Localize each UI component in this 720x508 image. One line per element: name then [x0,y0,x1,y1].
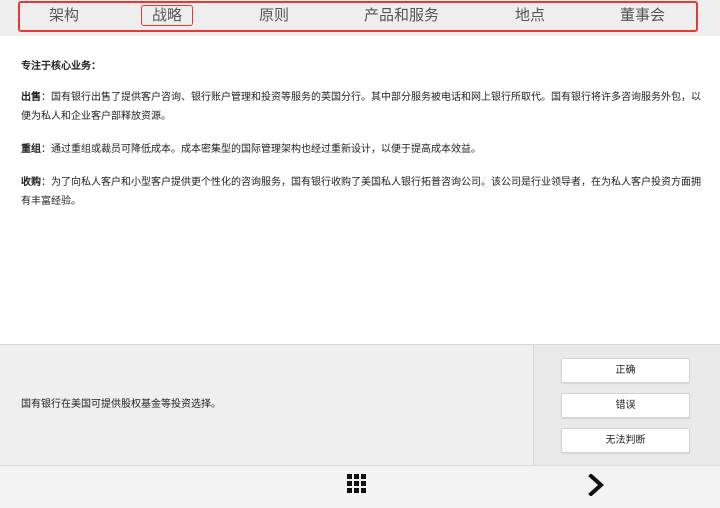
answer-false-button[interactable]: 错误 [561,393,690,418]
passage-content: 专注于核心业务： 出售：国有银行出售了提供客户咨询、银行账户管理和投资等服务的英… [21,57,701,225]
paragraph-restructure: 重组：通过重组或裁员可降低成本。成本密集型的国际管理架构也经过重新设计，以便于提… [21,140,701,159]
paragraph-sale: 出售：国有银行出售了提供客户咨询、银行账户管理和投资等服务的英国分行。其中部分服… [21,88,701,126]
paragraph-text: 通过重组或裁员可降低成本。成本密集型的国际管理架构也经过重新设计，以便于提高成本… [51,144,481,155]
question-statement: 国有银行在美国可提供股权基金等投资选择。 [21,399,221,410]
bottom-toolbar [0,465,720,508]
term-separator: ： [41,144,51,155]
term-separator: ： [41,92,51,103]
paragraph-term: 出售 [21,92,41,103]
paragraph-acquisition: 收购：为了向私人客户和小型客户提供更个性化的咨询服务，国有银行收购了美国私人银行… [21,173,701,211]
section-heading: 专注于核心业务： [21,61,101,72]
tab-board[interactable]: 董事会 [620,4,665,26]
tab-strategy[interactable]: 战略 [141,5,194,26]
question-panel: 国有银行在美国可提供股权基金等投资选择。 正确 错误 无法判断 [0,344,720,466]
paragraph-text: 国有银行出售了提供客户咨询、银行账户管理和投资等服务的英国分行。其中部分服务被电… [21,92,701,122]
paragraph-text: 为了向私人客户和小型客户提供更个性化的咨询服务，国有银行收购了美国私人银行拓普咨… [21,177,701,207]
tab-structure[interactable]: 架构 [49,4,79,26]
tab-products-services[interactable]: 产品和服务 [364,4,439,26]
term-separator: ： [41,177,51,188]
tab-locations[interactable]: 地点 [515,4,545,26]
answer-options: 正确 错误 无法判断 [533,345,720,466]
answer-cannot-say-button[interactable]: 无法判断 [561,428,690,453]
top-navigation: 架构 战略 原则 产品和服务 地点 董事会 [0,0,720,36]
chevron-right-icon[interactable] [588,474,604,496]
paragraph-term: 重组 [21,144,41,155]
paragraph-term: 收购 [21,177,41,188]
grid-menu-icon[interactable] [347,474,366,493]
tab-principles[interactable]: 原则 [259,4,289,26]
nav-highlight-box [18,1,698,32]
answer-true-button[interactable]: 正确 [561,358,690,383]
